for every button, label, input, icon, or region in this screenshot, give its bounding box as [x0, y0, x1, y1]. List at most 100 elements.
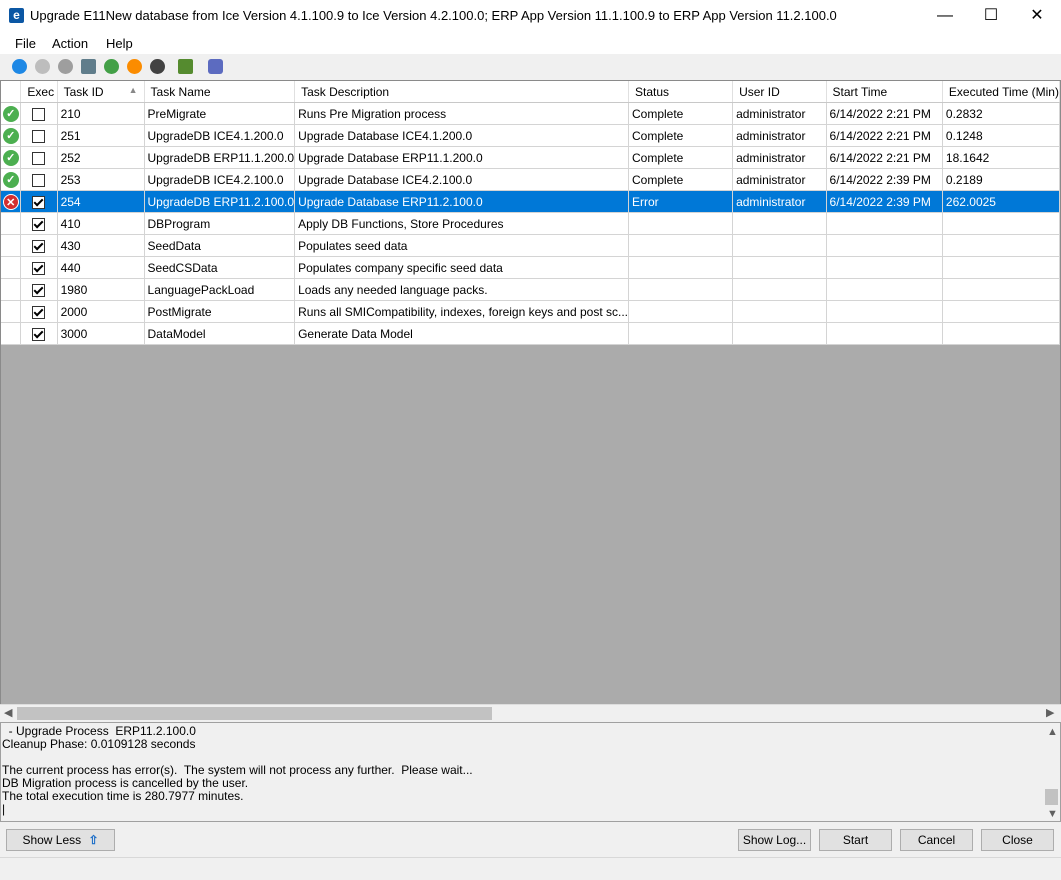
cell-executed-time[interactable]: [942, 256, 1060, 279]
menu-action[interactable]: Action: [52, 36, 88, 51]
cell-task-name[interactable]: PostMigrate: [144, 300, 296, 323]
table-row[interactable]: ✓ 210 PreMigrate Runs Pre Migration process…: [1, 102, 1060, 125]
col-task-name[interactable]: Task Name: [144, 81, 296, 103]
cell-task-name[interactable]: DBProgram: [144, 212, 296, 235]
col-executed-time[interactable]: Executed Time (Min): [942, 81, 1060, 103]
cell-task-id[interactable]: 2000: [57, 300, 145, 323]
table-row[interactable]: ✓ 251 UpgradeDB ICE4.1.200.0 Upgrade Databa…: [1, 124, 1060, 147]
col-start-time[interactable]: Start Time: [826, 81, 943, 103]
exec-checkbox[interactable]: [32, 173, 46, 187]
cell-task-description[interactable]: Generate Data Model: [294, 322, 629, 345]
vertical-scroll-thumb[interactable]: [1045, 789, 1058, 805]
menu-help[interactable]: Help: [106, 36, 133, 51]
cell-start-time[interactable]: [826, 212, 943, 235]
table-row[interactable]: 3000 DataModel Generate Data Model: [1, 322, 1060, 345]
cell-user-id[interactable]: [732, 256, 827, 279]
stop-icon[interactable]: [35, 59, 50, 74]
cell-start-time[interactable]: [826, 234, 943, 257]
log-output[interactable]: - Upgrade Process ERP11.2.100.0 Cleanup P…: [0, 722, 1061, 822]
show-log-button[interactable]: Show Log...: [738, 829, 811, 851]
cell-user-id[interactable]: [732, 234, 827, 257]
cell-start-time[interactable]: [826, 256, 943, 279]
cell-start-time[interactable]: 6/14/2022 2:39 PM: [826, 190, 943, 213]
cell-executed-time[interactable]: 0.2832: [942, 102, 1060, 125]
cell-task-id[interactable]: 251: [57, 124, 145, 147]
info-icon[interactable]: [150, 59, 165, 74]
cell-user-id[interactable]: [732, 278, 827, 301]
cell-status[interactable]: Error: [628, 190, 734, 213]
cell-task-name[interactable]: UpgradeDB ERP11.1.200.0: [144, 146, 296, 169]
cell-task-description[interactable]: Runs Pre Migration process: [294, 102, 629, 125]
cell-task-description[interactable]: Upgrade Database ERP11.1.200.0: [294, 146, 629, 169]
cell-task-name[interactable]: UpgradeDB ICE4.1.200.0: [144, 124, 296, 147]
cell-task-description[interactable]: Populates seed data: [294, 234, 629, 257]
col-task-id[interactable]: Task ID ▲: [57, 81, 145, 103]
table-row[interactable]: 440 SeedCSData Populates company specific …: [1, 256, 1060, 279]
cell-task-name[interactable]: UpgradeDB ICE4.2.100.0: [144, 168, 296, 191]
vertical-scrollbar[interactable]: ▲ ▼: [1043, 723, 1060, 821]
exec-checkbox[interactable]: [32, 129, 46, 143]
cell-task-id[interactable]: 254: [57, 190, 145, 213]
cell-start-time[interactable]: [826, 278, 943, 301]
cell-user-id[interactable]: [732, 212, 827, 235]
cell-executed-time[interactable]: 18.1642: [942, 146, 1060, 169]
menu-file[interactable]: File: [15, 36, 36, 51]
horizontal-scrollbar[interactable]: ◀ ▶: [0, 704, 1061, 722]
cell-task-name[interactable]: LanguagePackLoad: [144, 278, 296, 301]
cell-status[interactable]: Complete: [628, 168, 734, 191]
cell-task-description[interactable]: Loads any needed language packs.: [294, 278, 629, 301]
cell-status[interactable]: Complete: [628, 124, 734, 147]
run-icon[interactable]: [12, 59, 27, 74]
cell-user-id[interactable]: administrator: [732, 124, 827, 147]
cell-user-id[interactable]: administrator: [732, 102, 827, 125]
settings-icon[interactable]: [58, 59, 73, 74]
col-status[interactable]: Status: [628, 81, 734, 103]
cell-executed-time[interactable]: [942, 300, 1060, 323]
cell-user-id[interactable]: [732, 300, 827, 323]
col-task-description[interactable]: Task Description: [294, 81, 629, 103]
cell-status[interactable]: [628, 212, 734, 235]
cell-status[interactable]: Complete: [628, 102, 734, 125]
scroll-left-icon[interactable]: ◀: [4, 706, 12, 719]
cell-start-time[interactable]: [826, 300, 943, 323]
table-row[interactable]: 430 SeedData Populates seed data: [1, 234, 1060, 257]
cell-task-id[interactable]: 1980: [57, 278, 145, 301]
cell-task-id[interactable]: 210: [57, 102, 145, 125]
exec-checkbox[interactable]: [32, 305, 46, 319]
exec-checkbox[interactable]: [32, 107, 46, 121]
cell-task-name[interactable]: PreMigrate: [144, 102, 296, 125]
export-icon[interactable]: [178, 59, 193, 74]
show-less-button[interactable]: Show Less ⇧: [6, 829, 115, 851]
cell-executed-time[interactable]: [942, 234, 1060, 257]
cell-task-id[interactable]: 430: [57, 234, 145, 257]
cell-user-id[interactable]: administrator: [732, 190, 827, 213]
table-row[interactable]: ✓ 253 UpgradeDB ICE4.2.100.0 Upgrade Databa…: [1, 168, 1060, 191]
exec-checkbox[interactable]: [32, 283, 46, 297]
document-icon[interactable]: [81, 59, 96, 74]
cell-start-time[interactable]: [826, 322, 943, 345]
cell-task-name[interactable]: SeedData: [144, 234, 296, 257]
cell-task-id[interactable]: 410: [57, 212, 145, 235]
cell-task-description[interactable]: Runs all SMICompatibility, indexes, fore…: [294, 300, 629, 323]
cell-executed-time[interactable]: [942, 278, 1060, 301]
maximize-button[interactable]: ☐: [968, 0, 1014, 32]
cell-user-id[interactable]: [732, 322, 827, 345]
horizontal-scroll-thumb[interactable]: [17, 707, 492, 720]
exec-checkbox[interactable]: [32, 239, 46, 253]
start-button[interactable]: Start: [819, 829, 892, 851]
cell-task-id[interactable]: 253: [57, 168, 145, 191]
scroll-right-icon[interactable]: ▶: [1046, 706, 1054, 719]
cell-task-description[interactable]: Populates company specific seed data: [294, 256, 629, 279]
col-status-icon[interactable]: [1, 81, 22, 103]
task-grid[interactable]: Exec Task ID ▲ Task Name Task Description…: [0, 80, 1061, 721]
cell-status[interactable]: [628, 234, 734, 257]
cell-executed-time[interactable]: [942, 322, 1060, 345]
cell-status[interactable]: [628, 322, 734, 345]
cell-task-description[interactable]: Upgrade Database ICE4.2.100.0: [294, 168, 629, 191]
exec-checkbox[interactable]: [32, 327, 46, 341]
cell-status[interactable]: Complete: [628, 146, 734, 169]
exec-checkbox[interactable]: [32, 261, 46, 275]
cancel-button[interactable]: Cancel: [900, 829, 973, 851]
minimize-button[interactable]: —: [922, 0, 968, 32]
table-row[interactable]: ✕ 254 UpgradeDB ERP11.2.100.0 Upgrade Datab…: [1, 190, 1060, 213]
